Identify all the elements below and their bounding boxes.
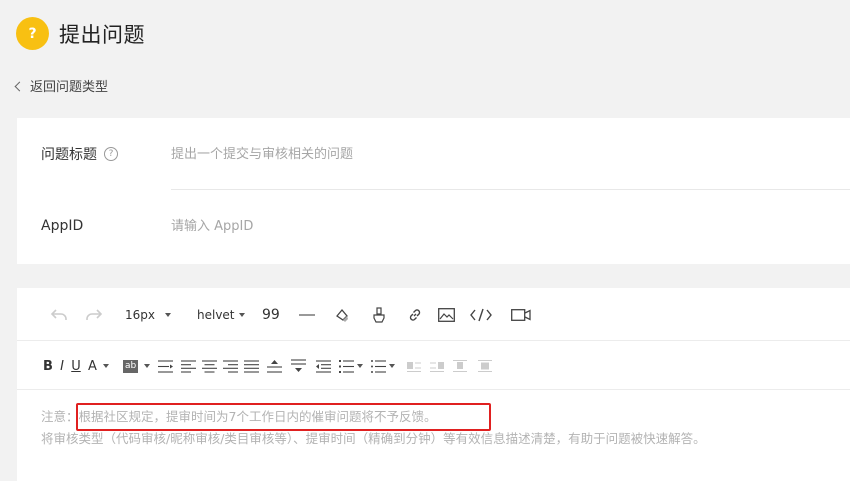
- annotation-highlight-box: [76, 403, 491, 431]
- code-icon[interactable]: [469, 305, 493, 325]
- horizontal-rule-icon[interactable]: [298, 305, 316, 325]
- align-left-icon[interactable]: [180, 358, 196, 374]
- chevron-down-icon: [165, 313, 171, 317]
- note-prefix: 注意：: [41, 409, 79, 424]
- underline-icon: U: [71, 358, 81, 374]
- font-size-select[interactable]: 16px: [125, 305, 171, 325]
- back-to-question-types-link[interactable]: 返回问题类型: [14, 76, 109, 95]
- line-height-down-icon[interactable]: [290, 358, 306, 374]
- italic-button[interactable]: I: [57, 357, 67, 375]
- page-header: ? 提出问题: [16, 17, 145, 50]
- line-height-up-icon[interactable]: [266, 358, 282, 374]
- title-label-text: 问题标题: [41, 147, 97, 163]
- quote-button[interactable]: 99: [262, 305, 280, 325]
- back-link-label: 返回问题类型: [30, 80, 109, 95]
- chevron-down-icon: [238, 313, 245, 317]
- bold-button[interactable]: B: [42, 357, 54, 375]
- appid-row: AppID: [17, 190, 850, 262]
- video-icon[interactable]: [510, 305, 532, 325]
- align-right-icon[interactable]: [222, 358, 238, 374]
- align-justify-icon[interactable]: [243, 358, 259, 374]
- font-family-value: helvet: [197, 308, 235, 322]
- chevron-left-icon: [14, 81, 25, 91]
- title-row: 问题标题 ?: [17, 118, 850, 190]
- font-color-select[interactable]: A: [88, 357, 109, 375]
- outdent-icon[interactable]: [315, 358, 331, 374]
- page-title: 提出问题: [59, 22, 145, 47]
- background-color-select[interactable]: ab: [123, 357, 151, 375]
- question-form: 问题标题 ? AppID: [17, 118, 850, 264]
- chevron-down-icon: [357, 364, 363, 368]
- italic-icon: I: [60, 358, 64, 374]
- undo-icon[interactable]: [49, 305, 69, 325]
- editor-toolbar-primary: 16px helvet 99: [17, 288, 850, 341]
- title-label: 问题标题 ?: [41, 144, 118, 164]
- float-none-icon[interactable]: [452, 358, 468, 374]
- chevron-down-icon: [144, 364, 151, 368]
- highlight-icon: ab: [123, 359, 139, 373]
- link-icon[interactable]: [406, 305, 424, 325]
- underline-button[interactable]: U: [70, 357, 82, 375]
- float-left-icon[interactable]: [406, 358, 422, 374]
- indent-icon[interactable]: [157, 358, 173, 374]
- question-icon: ?: [16, 17, 49, 50]
- help-icon[interactable]: ?: [104, 147, 118, 161]
- redo-icon[interactable]: [84, 305, 104, 325]
- appid-label: AppID: [41, 218, 83, 234]
- float-center-icon[interactable]: [477, 358, 493, 374]
- hint-line: 将审核类型（代码审核/昵称审核/类目审核等）、提审时间（精确到分钟）等有效信息描…: [41, 431, 706, 446]
- format-brush-icon[interactable]: [333, 305, 351, 325]
- title-input[interactable]: [171, 139, 850, 169]
- chevron-down-icon: [102, 364, 109, 368]
- appid-label-text: AppID: [41, 218, 84, 234]
- ordered-list-select[interactable]: [339, 358, 363, 374]
- bold-icon: B: [43, 358, 53, 374]
- rich-text-editor: 16px helvet 99 B I U A ab 注意：根据社区规定，提审时间…: [17, 288, 850, 481]
- editor-toolbar-secondary: B I U A ab: [17, 341, 850, 390]
- clear-format-icon[interactable]: [370, 305, 388, 325]
- font-family-select[interactable]: helvet: [197, 305, 245, 325]
- image-icon[interactable]: [436, 305, 456, 325]
- font-color-icon: A: [88, 358, 97, 374]
- chevron-down-icon: [389, 364, 395, 368]
- unordered-list-select[interactable]: [371, 358, 395, 374]
- float-right-icon[interactable]: [429, 358, 445, 374]
- appid-input[interactable]: [171, 211, 850, 241]
- quote-icon: 99: [262, 307, 280, 323]
- font-size-value: 16px: [125, 308, 155, 322]
- align-center-icon[interactable]: [201, 358, 217, 374]
